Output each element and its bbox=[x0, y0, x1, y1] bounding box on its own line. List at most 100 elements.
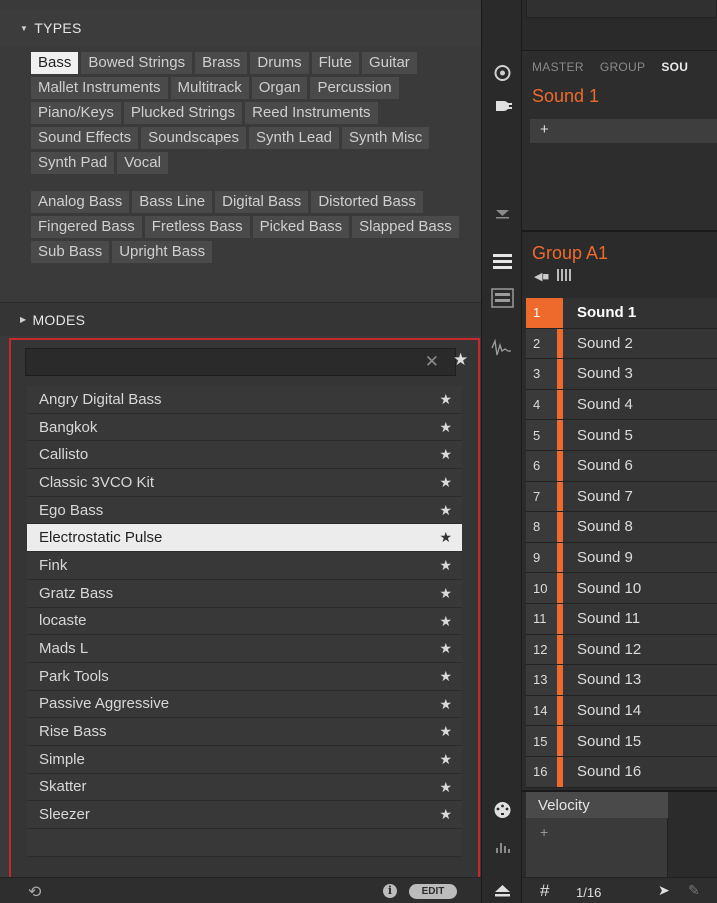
favorite-star-icon[interactable]: ★ bbox=[439, 446, 452, 463]
sound-row[interactable]: 14 Sound 14 bbox=[526, 695, 717, 727]
sound-row[interactable]: 4 Sound 4 bbox=[526, 389, 717, 421]
type-tag[interactable]: Guitar bbox=[361, 52, 417, 74]
subtype-tag[interactable]: Fingered Bass bbox=[31, 216, 142, 238]
speaker-icon[interactable]: ◀■ bbox=[534, 270, 549, 283]
subtype-tag[interactable]: Analog Bass bbox=[31, 191, 130, 213]
result-row[interactable]: Gratz Bass ★ bbox=[27, 579, 462, 608]
type-tag[interactable]: Soundscapes bbox=[141, 127, 247, 149]
favorite-star-icon[interactable]: ★ bbox=[439, 668, 452, 685]
subtype-tag[interactable]: Slapped Bass bbox=[352, 216, 459, 238]
favorites-filter-star-icon[interactable]: ★ bbox=[453, 350, 468, 370]
type-tag[interactable]: Plucked Strings bbox=[123, 102, 243, 124]
sound-row[interactable]: 15 Sound 15 bbox=[526, 726, 717, 757]
subtype-tag[interactable]: Upright Bass bbox=[112, 241, 213, 263]
type-tag[interactable]: Organ bbox=[251, 77, 308, 99]
step-size-value[interactable]: 1/16 bbox=[576, 885, 601, 900]
sound-row[interactable]: 13 Sound 13 bbox=[526, 665, 717, 696]
info-icon[interactable]: i bbox=[383, 884, 397, 898]
sound-row[interactable]: 16 Sound 16 bbox=[526, 756, 717, 788]
keyboard-view-icon[interactable] bbox=[482, 287, 523, 309]
types-section-header[interactable]: ▼ TYPES bbox=[0, 10, 481, 46]
subtype-tag[interactable]: Bass Line bbox=[132, 191, 213, 213]
result-row[interactable]: locaste ★ bbox=[27, 607, 462, 636]
result-row[interactable]: Ego Bass ★ bbox=[27, 496, 462, 525]
sound-row[interactable]: 9 Sound 9 bbox=[526, 542, 717, 574]
type-tag[interactable]: Synth Lead bbox=[249, 127, 339, 149]
result-row[interactable]: Fink ★ bbox=[27, 552, 462, 580]
favorite-star-icon[interactable]: ★ bbox=[439, 585, 452, 602]
subtype-tag[interactable]: Digital Bass bbox=[215, 191, 309, 213]
pad-grid-icon[interactable] bbox=[557, 269, 571, 281]
favorite-star-icon[interactable]: ★ bbox=[439, 474, 452, 491]
type-tag[interactable]: Piano/Keys bbox=[31, 102, 121, 124]
favorite-star-icon[interactable]: ★ bbox=[439, 640, 452, 657]
subtype-tag[interactable]: Fretless Bass bbox=[144, 216, 250, 238]
result-row[interactable]: Angry Digital Bass ★ bbox=[27, 386, 462, 414]
search-input[interactable] bbox=[30, 352, 410, 372]
type-tag[interactable]: Mallet Instruments bbox=[31, 77, 168, 99]
sound-row[interactable]: 12 Sound 12 bbox=[526, 634, 717, 666]
type-tag[interactable]: Bowed Strings bbox=[81, 52, 193, 74]
add-plugin-button[interactable]: + bbox=[540, 121, 549, 138]
result-row[interactable]: Rise Bass ★ bbox=[27, 718, 462, 746]
type-tag[interactable]: Drums bbox=[250, 52, 309, 74]
velocity-lane[interactable]: Velocity + bbox=[526, 792, 668, 877]
result-row[interactable]: Bangkok ★ bbox=[27, 413, 462, 442]
result-row[interactable]: Classic 3VCO Kit ★ bbox=[27, 469, 462, 497]
collapse-down-icon[interactable] bbox=[482, 208, 523, 220]
midi-icon[interactable] bbox=[482, 800, 523, 820]
sound-row[interactable]: 8 Sound 8 bbox=[526, 512, 717, 543]
favorite-star-icon[interactable]: ★ bbox=[439, 723, 452, 740]
type-tag[interactable]: Bass bbox=[31, 52, 79, 74]
refresh-icon[interactable]: ⟲ bbox=[28, 882, 41, 902]
control-knob-icon[interactable] bbox=[482, 63, 523, 83]
favorite-star-icon[interactable]: ★ bbox=[439, 419, 452, 436]
sound-row[interactable]: 1 Sound 1 bbox=[526, 298, 717, 329]
favorite-star-icon[interactable]: ★ bbox=[439, 557, 452, 574]
type-tag[interactable]: Synth Pad bbox=[31, 152, 115, 174]
waveform-icon[interactable] bbox=[482, 338, 523, 358]
edit-button[interactable]: EDIT bbox=[409, 884, 457, 899]
favorite-star-icon[interactable]: ★ bbox=[439, 613, 452, 630]
eject-icon[interactable] bbox=[482, 883, 523, 899]
channel-tab[interactable]: MASTER bbox=[532, 60, 584, 74]
sound-row[interactable]: 3 Sound 3 bbox=[526, 359, 717, 390]
pencil-tool-icon[interactable]: ✎ bbox=[688, 882, 700, 899]
pointer-tool-icon[interactable]: ➤ bbox=[658, 882, 670, 899]
step-grid-icon[interactable]: # bbox=[540, 881, 549, 901]
result-row[interactable]: Electrostatic Pulse ★ bbox=[27, 524, 462, 553]
type-tag[interactable]: Brass bbox=[195, 52, 248, 74]
favorite-star-icon[interactable]: ★ bbox=[439, 806, 452, 823]
sound-row[interactable]: 11 Sound 11 bbox=[526, 603, 717, 635]
plugin-plug-icon[interactable] bbox=[482, 96, 523, 116]
sound-row[interactable]: 5 Sound 5 bbox=[526, 420, 717, 451]
result-row[interactable]: Park Tools ★ bbox=[27, 662, 462, 691]
result-row[interactable]: Sleezer ★ bbox=[27, 801, 462, 829]
add-lane-button[interactable]: + bbox=[540, 824, 548, 840]
channel-tab[interactable]: GROUP bbox=[600, 60, 646, 74]
modes-section-header[interactable]: ▶ MODES bbox=[0, 302, 481, 336]
result-row[interactable]: Skatter ★ bbox=[27, 773, 462, 802]
favorite-star-icon[interactable]: ★ bbox=[439, 751, 452, 768]
favorite-star-icon[interactable]: ★ bbox=[439, 779, 452, 796]
result-row[interactable]: Simple ★ bbox=[27, 745, 462, 774]
clear-search-icon[interactable]: ✕ bbox=[425, 352, 439, 372]
modulation-icon[interactable] bbox=[482, 838, 523, 854]
channel-tab[interactable]: SOU bbox=[661, 60, 688, 74]
sound-row[interactable]: 10 Sound 10 bbox=[526, 573, 717, 604]
subtype-tag[interactable]: Sub Bass bbox=[31, 241, 110, 263]
type-tag[interactable]: Synth Misc bbox=[341, 127, 430, 149]
type-tag[interactable]: Multitrack bbox=[170, 77, 249, 99]
result-row[interactable]: Passive Aggressive ★ bbox=[27, 690, 462, 719]
subtype-tag[interactable]: Picked Bass bbox=[252, 216, 350, 238]
result-row[interactable]: Callisto ★ bbox=[27, 441, 462, 470]
favorite-star-icon[interactable]: ★ bbox=[439, 529, 452, 546]
type-tag[interactable]: Percussion bbox=[310, 77, 399, 99]
list-view-icon[interactable] bbox=[482, 252, 523, 272]
type-tag[interactable]: Reed Instruments bbox=[245, 102, 378, 124]
type-tag[interactable]: Sound Effects bbox=[31, 127, 139, 149]
favorite-star-icon[interactable]: ★ bbox=[439, 696, 452, 713]
type-tag[interactable]: Vocal bbox=[117, 152, 168, 174]
sound-row[interactable]: 7 Sound 7 bbox=[526, 481, 717, 513]
sound-row[interactable]: 6 Sound 6 bbox=[526, 450, 717, 482]
